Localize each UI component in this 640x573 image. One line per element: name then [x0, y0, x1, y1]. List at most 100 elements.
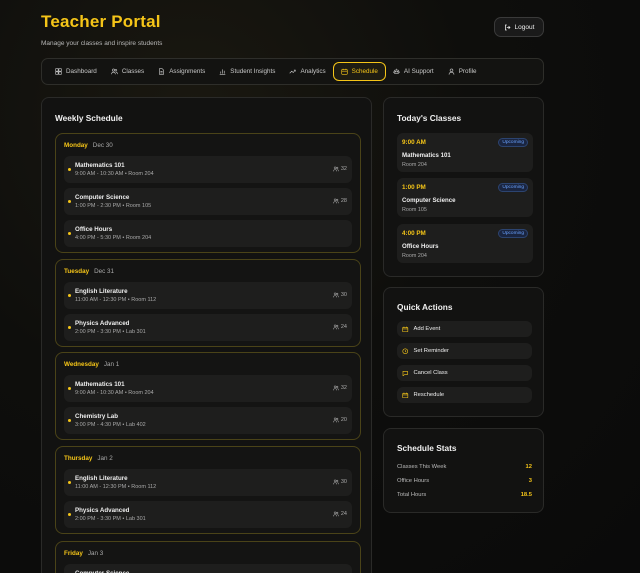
class-item[interactable]: Mathematics 101 9:00 AM - 10:30 AM • Room…	[64, 375, 352, 402]
class-time-room: 3:00 PM - 4:30 PM • Lab 402	[75, 422, 146, 428]
class-name: Physics Advanced	[75, 507, 130, 514]
day-card-thursday: Thursday Jan 2 English Literature 11:00 AM …	[55, 446, 361, 534]
class-time-room: 4:00 PM - 5:30 PM • Room 204	[75, 235, 152, 241]
day-card-friday: Friday Jan 3 Computer Science	[55, 541, 361, 573]
nav-tab-assignments[interactable]: Assignments	[151, 62, 212, 81]
class-item[interactable]: English Literature 11:00 AM - 12:30 PM • …	[64, 282, 352, 309]
calendar-icon	[341, 68, 348, 75]
today-class-room: Room 105	[402, 207, 427, 213]
users-icon	[333, 385, 339, 391]
student-count: 32	[333, 385, 347, 391]
day-date: Dec 30	[92, 141, 113, 149]
day-name: Monday	[64, 141, 88, 149]
class-item[interactable]: English Literature 11:00 AM - 12:30 PM • …	[64, 469, 352, 496]
nav-tab-schedule[interactable]: Schedule	[332, 62, 386, 81]
class-name: Office Hours	[75, 226, 113, 233]
quick-actions-panel: Quick Actions Add Event Set Reminder Cance…	[383, 287, 544, 417]
class-dot	[68, 513, 71, 516]
day-header: Wednesday Jan 1	[64, 353, 352, 375]
page-header: Teacher Portal Manage your classes and i…	[41, 12, 162, 47]
stat-label: Classes This Week	[397, 464, 447, 470]
class-dot	[68, 419, 71, 422]
class-name: Mathematics 101	[75, 381, 125, 388]
nav-tab-classes[interactable]: Classes	[104, 62, 151, 81]
stat-value: 3	[528, 478, 532, 484]
student-count-value: 32	[340, 385, 347, 391]
logout-icon	[504, 24, 511, 30]
nav-tab-profile[interactable]: Profile	[441, 62, 484, 81]
document-icon	[159, 68, 165, 75]
today-class-card[interactable]: 1:00 PM Upcoming Computer Science Room 105	[397, 178, 533, 217]
today-class-room: Room 204	[402, 253, 427, 259]
nav-tab-student-insights[interactable]: Student Insights	[212, 62, 282, 81]
class-dot	[68, 232, 71, 235]
robot-icon	[393, 68, 400, 74]
stat-label: Office Hours	[397, 478, 430, 484]
class-time-room: 11:00 AM - 12:30 PM • Room 112	[75, 484, 157, 490]
nav-tab-label: Schedule	[351, 68, 378, 75]
nav-tab-dashboard[interactable]: Dashboard	[48, 62, 104, 81]
student-count-value: 32	[340, 166, 347, 172]
today-class-name: Mathematics 101	[402, 152, 451, 159]
stat-value: 12	[525, 464, 532, 470]
quick-action-label: Set Reminder	[413, 348, 449, 354]
today-class-name: Computer Science	[402, 197, 456, 204]
page-title: Teacher Portal	[41, 12, 161, 31]
day-header: Friday Jan 3	[64, 542, 352, 564]
class-item[interactable]: Physics Advanced 2:00 PM - 3:30 PM • Lab …	[64, 314, 352, 341]
stat-label: Total Hours	[397, 492, 427, 498]
logout-label: Logout	[514, 23, 535, 31]
class-name: Chemistry Lab	[75, 413, 118, 420]
class-dot	[68, 481, 71, 484]
user-icon	[448, 68, 454, 75]
student-count: 32	[333, 166, 347, 172]
class-item[interactable]: Computer Science 1:00 PM - 2:30 PM • Room…	[64, 188, 352, 215]
reschedule-button[interactable]: Reschedule	[397, 387, 532, 403]
day-date: Jan 2	[97, 454, 113, 462]
cancel-class-button[interactable]: Cancel Class	[397, 365, 532, 381]
nav-tab-ai-support[interactable]: AI Support	[386, 62, 441, 81]
student-count: 28	[333, 198, 347, 204]
student-count: 20	[333, 417, 347, 423]
todays-classes-panel: Today's Classes 9:00 AM Upcoming Mathemati…	[383, 97, 544, 277]
class-name: Physics Advanced	[75, 320, 130, 327]
class-time-room: 2:00 PM - 3:30 PM • Lab 301	[75, 516, 146, 522]
status-badge: Upcoming	[498, 138, 528, 147]
calendar-icon	[402, 392, 409, 398]
class-time-room: 11:00 AM - 12:30 PM • Room 112	[75, 297, 157, 303]
users-icon	[333, 166, 339, 172]
student-count-value: 20	[340, 417, 347, 423]
student-count-value: 30	[340, 479, 347, 485]
class-time-room: 2:00 PM - 3:30 PM • Lab 301	[75, 329, 146, 335]
quick-actions-title: Quick Actions	[397, 302, 453, 312]
class-item[interactable]: Computer Science	[64, 564, 352, 573]
weekly-schedule-panel: Weekly Schedule Monday Dec 30 Mathematics …	[41, 97, 372, 573]
student-count: 30	[333, 479, 347, 485]
class-name: Mathematics 101	[75, 162, 125, 169]
day-card-monday: Monday Dec 30 Mathematics 101 9:00 AM - 10:…	[55, 133, 361, 253]
class-dot	[68, 168, 71, 171]
main-nav: Dashboard Classes Assignments Student Insig…	[41, 58, 544, 85]
class-item[interactable]: Physics Advanced 2:00 PM - 3:30 PM • Lab …	[64, 501, 352, 528]
class-item[interactable]: Chemistry Lab 3:00 PM - 4:30 PM • Lab 402…	[64, 407, 352, 434]
add-event-button[interactable]: Add Event	[397, 321, 532, 337]
student-count-value: 24	[340, 324, 347, 330]
set-reminder-button[interactable]: Set Reminder	[397, 343, 532, 359]
day-name: Thursday	[64, 454, 93, 462]
users-icon	[333, 417, 339, 423]
calendar-plus-icon	[402, 326, 409, 332]
quick-action-label: Add Event	[413, 326, 441, 332]
class-name: Computer Science	[75, 194, 130, 201]
today-class-card[interactable]: 4:00 PM Upcoming Office Hours Room 204	[397, 224, 533, 263]
today-class-card[interactable]: 9:00 AM Upcoming Mathematics 101 Room 204	[397, 133, 533, 172]
stat-row: Total Hours 18.5	[397, 492, 532, 498]
users-icon	[333, 324, 339, 330]
trend-icon	[289, 69, 297, 74]
class-item[interactable]: Mathematics 101 9:00 AM - 10:30 AM • Room…	[64, 156, 352, 183]
users-icon	[333, 198, 339, 204]
users-icon	[111, 68, 118, 75]
class-item[interactable]: Office Hours 4:00 PM - 5:30 PM • Room 204	[64, 220, 352, 247]
logout-button[interactable]: Logout	[494, 17, 544, 37]
nav-tab-analytics[interactable]: Analytics	[282, 62, 332, 81]
class-dot	[68, 326, 71, 329]
